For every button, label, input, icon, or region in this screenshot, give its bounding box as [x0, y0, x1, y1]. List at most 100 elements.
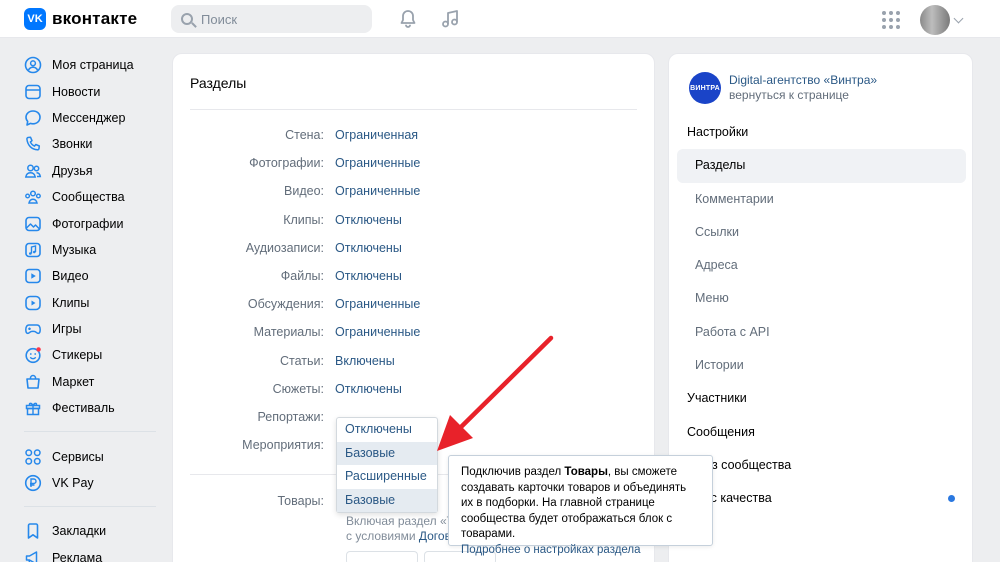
vkpay-icon — [24, 474, 42, 492]
tooltip-more-link[interactable]: Подробнее о настройках раздела — [461, 543, 700, 559]
nav-item-services[interactable]: Сервисы — [24, 443, 159, 469]
menu-item-settings[interactable]: Настройки — [677, 116, 966, 149]
row-value-dropdown[interactable]: Ограниченные — [335, 156, 420, 170]
row-label: Статьи: — [280, 353, 324, 368]
nav-label: Новости — [52, 84, 101, 99]
nav-item-friends[interactable]: Друзья — [24, 158, 159, 184]
chevron-down-icon[interactable] — [953, 13, 964, 24]
nav-label: Фотографии — [52, 216, 124, 231]
row-value-dropdown[interactable]: Отключены — [335, 382, 402, 396]
nav-item-market[interactable]: Маркет — [24, 369, 159, 395]
dropdown-selected-value[interactable]: Базовые — [337, 488, 437, 512]
music-icon[interactable] — [440, 9, 460, 29]
tooltip-text-start: Подключив раздел — [461, 466, 565, 478]
nav-label: VK Pay — [52, 476, 94, 491]
menu-item-messages[interactable]: Сообщения — [677, 416, 966, 449]
bell-icon[interactable] — [398, 9, 418, 29]
row-label: Материалы: — [253, 325, 324, 340]
nav-item-games[interactable]: Игры — [24, 316, 159, 342]
row-label: Сюжеты: — [272, 381, 324, 396]
row-label: Товары: — [277, 494, 324, 508]
menu-item-addresses[interactable]: Адреса — [677, 249, 966, 282]
notification-dot — [948, 495, 955, 503]
nav-item-video[interactable]: Видео — [24, 263, 159, 289]
photo-icon — [25, 216, 41, 231]
row-label: Обсуждения: — [247, 297, 324, 312]
dropdown-option-extended[interactable]: Расширенные — [337, 465, 437, 489]
vk-logo[interactable]: VK вконтакте — [24, 8, 137, 30]
row-label: Мероприятия: — [242, 438, 324, 453]
row-value-dropdown[interactable]: Отключены — [335, 213, 402, 227]
search-input[interactable] — [201, 11, 351, 27]
menu-item-api[interactable]: Работа с API — [677, 316, 966, 349]
menu-item-stories[interactable]: Истории — [677, 349, 966, 382]
goods-hint-prefix: с условиями — [346, 529, 419, 543]
menu-item-community-messages[interactable]: из сообщества — [677, 449, 966, 482]
nav-item-bookmarks[interactable]: Закладки — [24, 518, 159, 544]
row-label: Репортажи: — [257, 409, 325, 424]
row-label: Аудиозаписи: — [245, 240, 324, 255]
nav-label: Фестиваль — [52, 401, 115, 416]
menu-item-members[interactable]: Участники — [677, 382, 966, 415]
nav-item-communities[interactable]: Сообщества — [24, 184, 159, 210]
back-to-page-link[interactable]: вернуться к странице — [729, 88, 849, 102]
nav-item-festival[interactable]: Фестиваль — [24, 395, 159, 421]
nav-item-messenger[interactable]: Мессенджер — [24, 105, 159, 131]
row-value-dropdown[interactable]: Ограниченные — [335, 325, 420, 339]
market-icon — [26, 374, 40, 389]
row-value-dropdown[interactable]: Отключены — [335, 269, 402, 283]
row-value-dropdown[interactable]: Ограниченная — [335, 128, 418, 142]
nav-item-news[interactable]: Новости — [24, 78, 159, 104]
nav-label: Маркет — [52, 374, 95, 389]
clips-icon — [25, 295, 41, 311]
phone-icon — [26, 136, 41, 151]
nav-label: Звонки — [52, 137, 93, 152]
menu-item-quality-index[interactable]: кс качества — [677, 482, 966, 515]
nav-item-vk-pay[interactable]: VK Pay — [24, 470, 159, 496]
nav-item-music[interactable]: Музыка — [24, 237, 159, 263]
community-avatar[interactable]: ВИНТРА — [689, 72, 721, 104]
search-box[interactable] — [171, 5, 372, 33]
menu-item-sections[interactable]: Разделы — [677, 149, 966, 183]
goods-hint: Включая раздел «То с условиями Догово — [346, 514, 456, 544]
row-label: Видео: — [284, 184, 324, 199]
menu-item-links[interactable]: Ссылки — [677, 216, 966, 249]
row-value-dropdown[interactable]: Отключены — [335, 241, 402, 255]
sticker-icon — [25, 347, 41, 364]
row-value-dropdown[interactable]: Включены — [335, 354, 395, 368]
row-label: Клипы: — [283, 212, 324, 227]
nav-item-photos[interactable]: Фотографии — [24, 210, 159, 236]
menu-item-menu[interactable]: Меню — [677, 282, 966, 315]
row-value-dropdown[interactable]: Ограниченные — [335, 184, 420, 198]
dropdown-option-basic[interactable]: Базовые — [337, 441, 437, 465]
row-value-dropdown[interactable]: Ограниченные — [335, 297, 420, 311]
tooltip-bold: Товары — [564, 466, 608, 478]
apps-grid-icon[interactable] — [882, 11, 900, 29]
section-row-discussions: Обсуждения: Ограниченные — [173, 297, 654, 325]
nav-item-ads[interactable]: Реклама — [24, 545, 159, 562]
dropdown-option-disabled[interactable]: Отключены — [337, 418, 437, 442]
row-label: Стена: — [285, 128, 324, 142]
nav-item-calls[interactable]: Звонки — [24, 131, 159, 157]
nav-item-my-page[interactable]: Моя страница — [24, 52, 159, 78]
section-title: Разделы — [190, 75, 247, 91]
settings-menu-card: ВИНТРА Digital-агентство «Винтра» вернут… — [668, 53, 973, 562]
nav-label: Сообщества — [52, 190, 125, 205]
row-label: Фотографии: — [249, 156, 324, 171]
section-row-articles: Статьи: Включены — [173, 354, 654, 382]
goods-hint-line2: с условиями Догово — [346, 529, 456, 544]
avatar[interactable] — [920, 5, 950, 35]
nav-label: Друзья — [52, 163, 93, 178]
nav-item-stickers[interactable]: Стикеры — [24, 342, 159, 368]
menu-item-comments[interactable]: Комментарии — [677, 183, 966, 216]
nav-label: Закладки — [52, 524, 107, 539]
vk-logo-icon: VK — [24, 8, 46, 30]
gift-icon — [25, 402, 41, 416]
music-icon — [25, 242, 41, 258]
nav-label: Стикеры — [52, 348, 103, 363]
community-name-link[interactable]: Digital-агентство «Винтра» — [729, 73, 877, 87]
nav-item-clips[interactable]: Клипы — [24, 290, 159, 316]
ghost-button[interactable] — [346, 551, 418, 562]
nav-divider — [24, 506, 156, 508]
communities-icon — [25, 190, 41, 204]
